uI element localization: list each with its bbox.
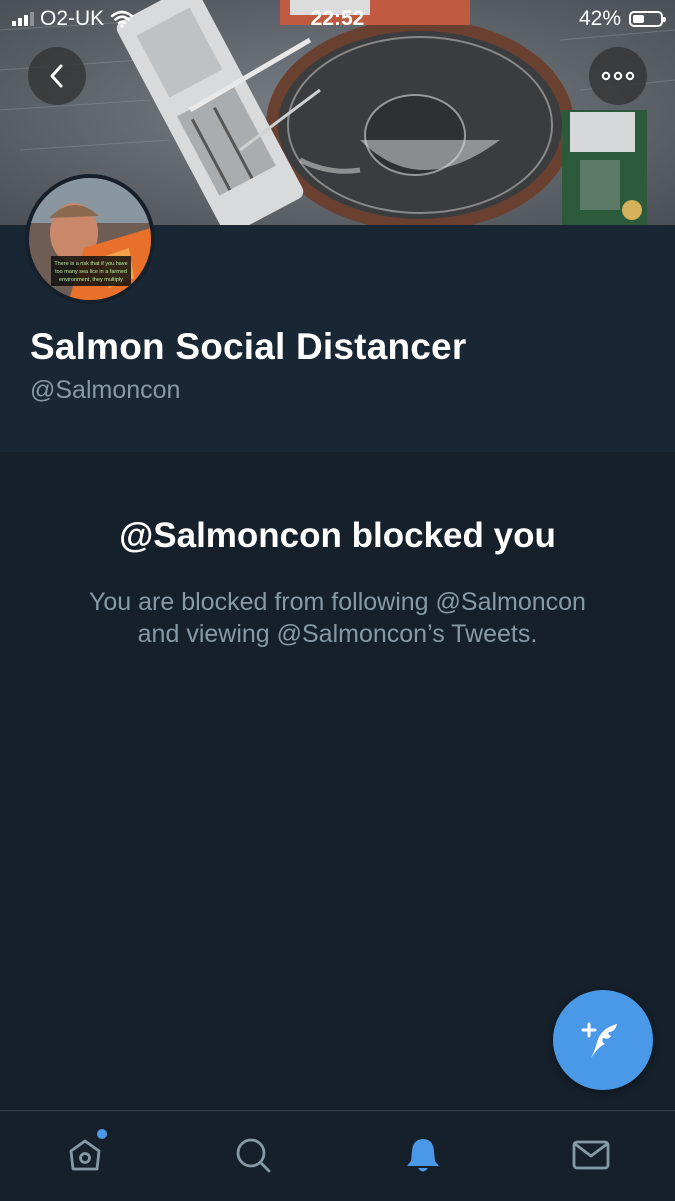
blocked-message-line2: and viewing @Salmoncon’s Tweets. bbox=[137, 620, 538, 648]
bottom-tab-bar bbox=[0, 1110, 675, 1201]
profile-display-name: Salmon Social Distancer bbox=[30, 326, 467, 367]
home-icon bbox=[69, 1139, 101, 1171]
more-options-button[interactable] bbox=[589, 47, 647, 105]
avatar[interactable]: There is a risk that if you have too man… bbox=[25, 174, 155, 304]
tab-search[interactable] bbox=[231, 1133, 275, 1177]
profile-handle: @Salmoncon bbox=[30, 376, 181, 404]
bell-icon bbox=[407, 1139, 439, 1172]
status-bar: O2-UK 22:52 42% bbox=[0, 0, 675, 38]
avatar-caption-line1: There is a risk that if you have bbox=[54, 261, 127, 267]
home-badge-dot bbox=[97, 1129, 107, 1139]
more-horizontal-icon bbox=[601, 71, 635, 81]
battery-icon bbox=[629, 11, 666, 27]
blocked-message: You are blocked from following @Salmonco… bbox=[0, 586, 675, 650]
mail-icon bbox=[572, 1140, 610, 1170]
compose-tweet-button[interactable] bbox=[553, 990, 653, 1090]
battery-level-fill bbox=[633, 15, 644, 23]
tab-messages[interactable] bbox=[569, 1133, 613, 1177]
compose-tweet-icon bbox=[581, 1022, 617, 1058]
back-button[interactable] bbox=[28, 47, 86, 105]
avatar-image: There is a risk that if you have too man… bbox=[29, 178, 151, 300]
blocked-title: @Salmoncon blocked you bbox=[119, 516, 556, 555]
status-time: 22:52 bbox=[310, 7, 365, 30]
tab-home[interactable] bbox=[63, 1129, 107, 1177]
battery-percent: 42% bbox=[578, 7, 621, 30]
chevron-left-icon bbox=[50, 64, 63, 88]
avatar-caption-line2: too many sea lice in a farmed bbox=[55, 269, 127, 275]
tab-notifications[interactable] bbox=[401, 1133, 445, 1177]
search-icon bbox=[236, 1138, 271, 1173]
blocked-message-line1: You are blocked from following @Salmonco… bbox=[89, 588, 586, 616]
avatar-caption-line3: environment, they multiply bbox=[59, 277, 123, 283]
